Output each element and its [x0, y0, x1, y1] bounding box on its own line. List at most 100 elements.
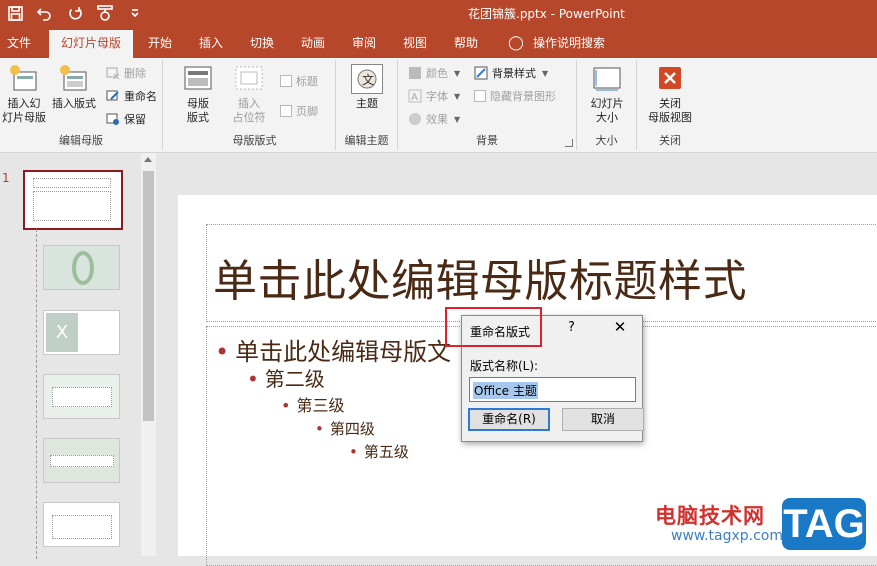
insert-layout-icon [58, 64, 90, 94]
thumbnail-scrollbar[interactable] [141, 153, 156, 556]
scroll-up-icon[interactable] [144, 157, 152, 162]
customize-icon[interactable] [126, 3, 144, 23]
help-icon[interactable]: ? [568, 320, 575, 335]
delete-icon [106, 66, 120, 80]
themes-label: 主题 [356, 97, 378, 110]
undo-icon[interactable] [36, 3, 54, 23]
title-checkbox[interactable]: 标题 [280, 72, 318, 90]
tab-insert[interactable]: 插入 [192, 28, 230, 58]
insert-master-icon [8, 64, 40, 94]
chevron-down-icon: ▼ [542, 68, 549, 78]
watermark-badge: TAG [782, 498, 866, 550]
close-master-view-button[interactable]: 关闭 母版视图 [643, 64, 697, 125]
quick-access-toolbar [6, 3, 144, 23]
thumb-body-placeholder [33, 191, 111, 221]
tab-review[interactable]: 审阅 [345, 28, 383, 58]
tab-file[interactable]: 文件 [0, 28, 38, 58]
footer-checkbox-label: 页脚 [296, 105, 318, 118]
thumb-title-placeholder [33, 178, 111, 188]
pushpin-icon [106, 112, 120, 126]
colors-dropdown[interactable]: 颜色 ▼ [408, 64, 460, 82]
tab-view[interactable]: 视图 [396, 28, 434, 58]
delete-button[interactable]: 删除 [106, 64, 146, 82]
thumbnail-layout[interactable] [43, 438, 120, 483]
effects-dropdown[interactable]: 效果 ▼ [408, 110, 460, 128]
bullet-icon: • [215, 338, 230, 366]
group-label-master-layout: 母版版式 [232, 134, 277, 147]
background-styles-dropdown[interactable]: 背景样式 ▼ [474, 64, 548, 82]
master-layout-button[interactable]: 母版 版式 [180, 64, 216, 125]
level-1-text: • 单击此处编辑母版文 [215, 338, 452, 366]
layout-name-label: 版式名称(L): [470, 359, 539, 373]
thumbnail-layout[interactable] [43, 374, 120, 419]
fonts-dropdown[interactable]: A 字体 ▼ [408, 87, 460, 105]
slide-size-icon [591, 64, 623, 94]
group-background: 颜色 ▼ A 字体 ▼ 效果 ▼ 背景样式 ▼ 隐藏背景图形 背景 [398, 60, 577, 150]
rename-label: 重命名 [124, 90, 157, 103]
rename-confirm-button[interactable]: 重命名(R) [468, 408, 550, 431]
thumbnail-layout[interactable]: X [43, 310, 120, 355]
master-layout-icon [182, 64, 214, 94]
tab-tell-me[interactable]: 操作说明搜索 [528, 28, 610, 58]
group-label-close: 关闭 [659, 134, 681, 147]
slide-number: 1 [2, 171, 10, 185]
group-close: 关闭 母版视图 关闭 [637, 60, 703, 150]
thumb-content-placeholder [52, 387, 112, 407]
themes-button[interactable]: 文 主题 [348, 64, 386, 111]
scrollbar-thumb[interactable] [143, 171, 154, 421]
rename-button[interactable]: 重命名 [106, 87, 157, 105]
delete-label: 删除 [124, 67, 146, 80]
title-placeholder-text: 单击此处编辑母版标题样式 [213, 256, 747, 307]
redo-icon[interactable] [66, 3, 84, 23]
lightbulb-icon: ◯ [508, 35, 524, 51]
group-label-size: 大小 [595, 134, 618, 147]
ribbon-tabs: 文件 幻灯片母版 开始 插入 切换 动画 审阅 视图 帮助 ◯ 操作说明搜索 [0, 28, 877, 58]
cancel-button[interactable]: 取消 [562, 408, 644, 431]
present-icon[interactable] [96, 3, 114, 23]
insert-placeholder-button[interactable]: 插入 占位符 [224, 64, 274, 125]
layout-name-value: Office 主题 [473, 382, 538, 399]
level-4-text: • 第四级 [315, 420, 375, 438]
group-label-edit-master: 编辑母版 [59, 134, 103, 147]
effects-label: 效果 [426, 113, 448, 126]
group-size: 幻灯片 大小 大小 [577, 60, 637, 150]
thumbnail-master[interactable] [23, 170, 123, 230]
thumbnail-layout[interactable] [43, 245, 120, 290]
hide-background-label: 隐藏背景图形 [490, 90, 556, 103]
svg-text:文: 文 [362, 72, 374, 87]
hide-background-box [474, 90, 486, 102]
thumbnail-layout[interactable] [43, 502, 120, 547]
tab-help[interactable]: 帮助 [447, 28, 485, 58]
level-5-text: • 第五级 [349, 443, 409, 461]
chevron-down-icon: ▼ [454, 68, 461, 78]
save-icon[interactable] [6, 3, 24, 23]
effects-icon [408, 112, 422, 126]
themes-icon: 文 [351, 64, 383, 94]
level-3-text: • 第三级 [281, 396, 345, 415]
footer-checkbox[interactable]: 页脚 [280, 102, 318, 120]
picture-placeholder-icon: X [46, 313, 78, 352]
insert-master-label: 插入幻 灯片母版 [2, 97, 46, 124]
hide-background-checkbox[interactable]: 隐藏背景图形 [474, 87, 556, 105]
colors-label: 颜色 [426, 67, 448, 80]
tab-animations[interactable]: 动画 [294, 28, 332, 58]
tab-transitions[interactable]: 切换 [243, 28, 281, 58]
ribbon: 插入幻 灯片母版 插入版式 删除 重命名 保留 编辑母版 母版 版式 插入 占位… [0, 58, 877, 153]
bullet-icon: • [349, 443, 358, 461]
close-icon[interactable]: ✕ [612, 319, 628, 335]
insert-slide-master-button[interactable]: 插入幻 灯片母版 [2, 64, 46, 125]
preserve-button[interactable]: 保留 [106, 110, 146, 128]
level-2-text: • 第二级 [247, 367, 325, 391]
chevron-down-icon: ▼ [454, 114, 461, 124]
slide-size-button[interactable]: 幻灯片 大小 [585, 64, 629, 125]
tab-slide-master[interactable]: 幻灯片母版 [49, 30, 133, 58]
master-layout-label: 母版 版式 [187, 97, 209, 124]
layout-name-input[interactable]: Office 主题 [469, 377, 636, 402]
group-edit-master: 插入幻 灯片母版 插入版式 删除 重命名 保留 编辑母版 [0, 60, 163, 150]
dialog-launcher-icon[interactable] [565, 139, 573, 147]
thumb-wreath-image [72, 251, 94, 285]
insert-layout-button[interactable]: 插入版式 [48, 64, 100, 111]
watermark-text: 电脑技术网 [655, 504, 765, 528]
window-title: 花团锦簇.pptx - PowerPoint [468, 7, 625, 21]
tab-home[interactable]: 开始 [141, 28, 179, 58]
